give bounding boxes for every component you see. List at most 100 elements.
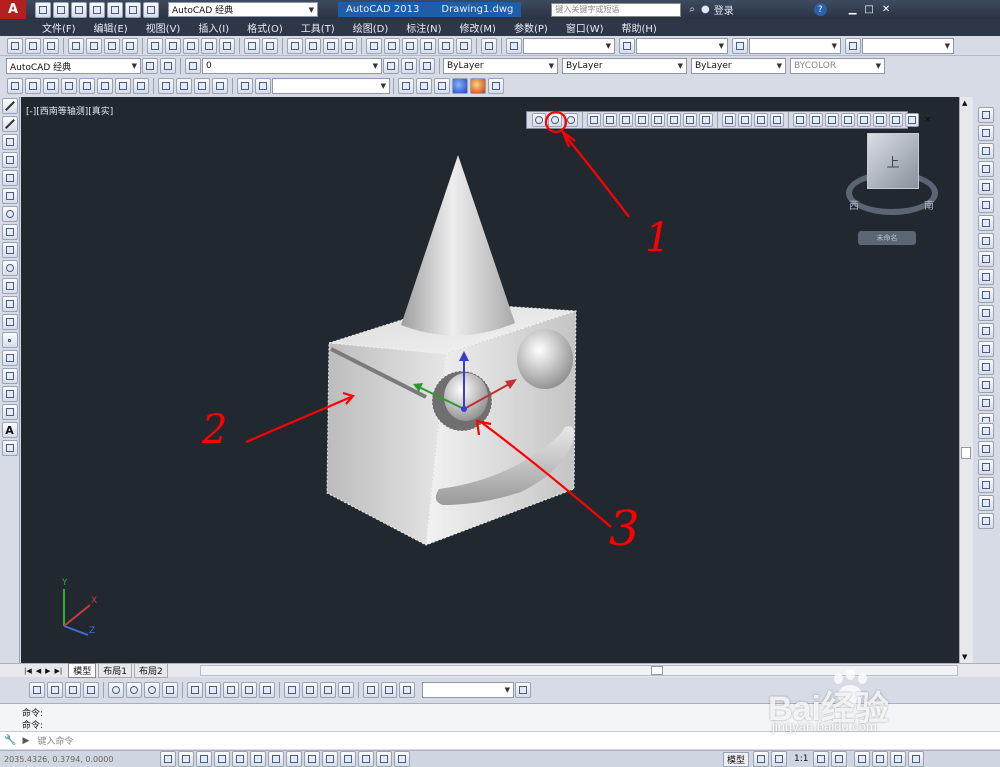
rotate-icon[interactable]	[978, 215, 994, 231]
add-selected-icon[interactable]	[1, 440, 18, 456]
quick-view-drawings-icon[interactable]	[771, 751, 788, 767]
redo-icon[interactable]	[143, 1, 159, 18]
annotation-scale[interactable]: 1:1	[794, 754, 808, 764]
menu-edit[interactable]: 编辑(E)	[94, 20, 128, 35]
linetype-combo[interactable]: ByLayer ▼	[562, 58, 687, 74]
lineweight-combo[interactable]: ByLayer ▼	[691, 58, 786, 74]
make-block-icon[interactable]	[1, 314, 18, 330]
menu-insert[interactable]: 插入(I)	[198, 20, 229, 35]
viewcube-west[interactable]: 西	[849, 197, 859, 212]
object-snap-icon[interactable]	[250, 751, 266, 767]
pan-icon[interactable]	[287, 37, 303, 54]
realistic-icon[interactable]	[212, 78, 228, 94]
login-link[interactable]: 登录	[714, 2, 734, 17]
print-icon[interactable]	[107, 1, 123, 18]
dim-ordinate-icon[interactable]	[83, 682, 99, 698]
drawing-viewport[interactable]: [-][西南等轴测][真实] × 1 2 3 上 西 南 未命名 Y X Z	[21, 97, 959, 663]
menu-file[interactable]: 文件(F)	[42, 20, 76, 35]
shaded-icon[interactable]	[416, 78, 432, 94]
dim-angular-icon[interactable]	[162, 682, 178, 698]
hatch-icon[interactable]	[1, 350, 18, 366]
dim-arc-icon[interactable]	[65, 682, 81, 698]
undo-icon[interactable]	[244, 37, 260, 54]
move-icon[interactable]	[978, 197, 994, 213]
menu-draw[interactable]: 绘图(D)	[353, 20, 389, 35]
tool-palettes-icon[interactable]	[402, 37, 418, 54]
dim-style-combo[interactable]: ▼	[636, 37, 728, 54]
table-style-combo[interactable]: ▼	[749, 37, 841, 54]
dim-style-combo-bottom[interactable]: ▼	[422, 682, 514, 698]
save-icon[interactable]	[43, 37, 59, 54]
ducs-icon[interactable]	[304, 751, 320, 767]
properties-icon[interactable]	[366, 37, 382, 54]
open-icon[interactable]	[25, 37, 41, 54]
text-style-icon[interactable]	[506, 37, 522, 54]
fillet-icon[interactable]	[978, 377, 994, 393]
view-top-icon[interactable]	[7, 78, 23, 94]
quick-dim-icon[interactable]	[187, 682, 203, 698]
visual-style-manager-icon[interactable]	[488, 78, 504, 94]
block-editor-icon[interactable]	[219, 37, 235, 54]
redo-icon[interactable]	[262, 37, 278, 54]
design-center-icon[interactable]	[384, 37, 400, 54]
table-icon[interactable]	[1, 404, 18, 420]
menu-view[interactable]: 视图(V)	[146, 20, 181, 35]
command-prompt-icon[interactable]: ▶	[22, 736, 29, 746]
viewcube-south[interactable]: 南	[924, 197, 934, 212]
paste-icon[interactable]	[183, 37, 199, 54]
viewcube-box[interactable]: 上	[867, 133, 919, 189]
maximize-icon[interactable]: □	[864, 4, 873, 15]
text-style-combo[interactable]: ▼	[523, 37, 615, 54]
construction-line-icon[interactable]	[1, 116, 18, 132]
multiline-text-icon[interactable]: A	[1, 422, 18, 438]
gradient-icon[interactable]	[1, 368, 18, 384]
layer-properties-icon[interactable]	[185, 58, 201, 74]
bring-above-icon[interactable]	[978, 459, 994, 475]
viewcube-unnamed-button[interactable]: 未命名	[858, 231, 916, 245]
camera-icon[interactable]	[237, 78, 253, 94]
mleader-style-icon[interactable]	[845, 37, 861, 54]
ellipse-arc-icon[interactable]	[1, 278, 18, 294]
copy-icon[interactable]	[165, 37, 181, 54]
dim-aligned-icon[interactable]	[47, 682, 63, 698]
polyline-icon[interactable]	[1, 134, 18, 150]
annotation-visibility-icon[interactable]	[812, 751, 829, 767]
view-bottom-icon[interactable]	[25, 78, 41, 94]
circle-icon[interactable]	[1, 206, 18, 222]
line-icon[interactable]	[1, 98, 18, 114]
help-icon[interactable]: ?	[813, 3, 827, 16]
materials-sphere-icon[interactable]	[470, 78, 486, 94]
dim-text-edit-icon[interactable]	[381, 682, 397, 698]
rectangle-icon[interactable]	[1, 170, 18, 186]
save-icon[interactable]	[71, 1, 87, 18]
plot-icon[interactable]	[68, 37, 84, 54]
offset-icon[interactable]	[978, 161, 994, 177]
tab-layout1[interactable]: 布局1	[98, 663, 133, 678]
blend-curves-icon[interactable]	[978, 395, 994, 411]
color-combo[interactable]: ByLayer ▼	[443, 58, 558, 74]
ellipse-icon[interactable]	[1, 260, 18, 276]
tab-first-icon[interactable]: |◀	[24, 667, 32, 675]
open-icon[interactable]	[53, 1, 69, 18]
send-under-icon[interactable]	[978, 477, 994, 493]
menu-dimension[interactable]: 标注(N)	[406, 20, 441, 35]
search-input[interactable]: 键入关键字或短语	[551, 2, 682, 17]
help-icon[interactable]	[481, 37, 497, 54]
3d-print-icon[interactable]	[122, 37, 138, 54]
conceptual-icon[interactable]	[434, 78, 450, 94]
wrench-icon[interactable]: 🔧	[4, 735, 16, 746]
cone[interactable]	[401, 155, 515, 336]
workspace-switch-combo[interactable]: AutoCAD 经典 ▼	[6, 58, 141, 74]
command-input[interactable]: 🔧 ▶ 键入命令	[0, 731, 1000, 749]
cut-icon[interactable]	[147, 37, 163, 54]
extend-icon[interactable]	[978, 287, 994, 303]
tab-model[interactable]: 模型	[68, 663, 97, 678]
dim-update-icon[interactable]	[399, 682, 415, 698]
menu-tools[interactable]: 工具(T)	[301, 20, 335, 35]
menu-format[interactable]: 格式(O)	[247, 20, 283, 35]
cube-left-face[interactable]	[326, 342, 447, 546]
toolbar-lock-icon[interactable]	[871, 751, 888, 767]
new-icon[interactable]	[35, 1, 51, 18]
grid-display-icon[interactable]	[196, 751, 212, 767]
isolate-objects-icon[interactable]	[889, 751, 906, 767]
